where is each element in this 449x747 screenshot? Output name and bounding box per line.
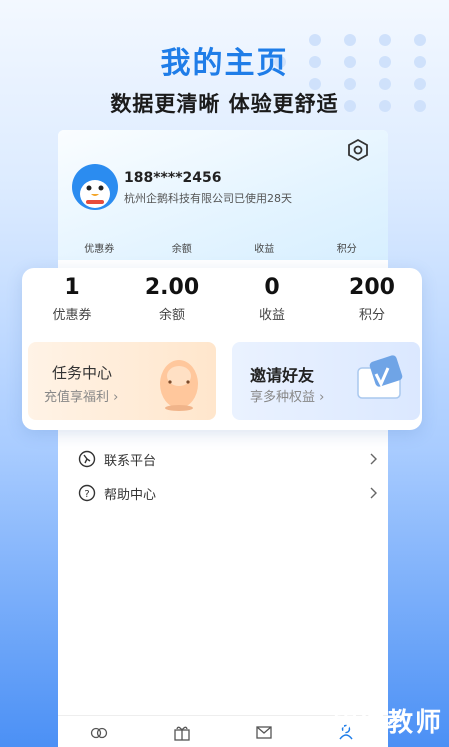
- promo-subline: 数据更清晰 体验更舒适: [110, 92, 339, 116]
- invite-friends-title: 邀请好友: [250, 366, 315, 385]
- stat-points[interactable]: 200 积分: [322, 274, 422, 323]
- mini-stat-label: 积分: [336, 244, 357, 255]
- menu-item-help[interactable]: ? 帮助中心: [78, 479, 378, 507]
- stat-value: 0: [264, 275, 280, 300]
- task-center-subtitle: 充值享福利 ›: [44, 390, 119, 405]
- stat-label: 积分: [358, 308, 385, 323]
- invite-friends-subtitle: 享多种权益 ›: [250, 390, 325, 405]
- stat-coupons[interactable]: 1 优惠券: [22, 274, 122, 323]
- phone-screen: 188****2456 杭州企鹅科技有限公司已使用28天 优惠券 余额 收益 积…: [58, 130, 388, 747]
- stat-value: 200: [349, 275, 395, 300]
- mascot-icon: [160, 360, 198, 411]
- mini-stat-label: 优惠券: [84, 244, 115, 255]
- help-icon: ?: [78, 484, 96, 502]
- promo-headline: 我的主页: [160, 46, 289, 81]
- company-status: 杭州企鹅科技有限公司已使用28天: [124, 192, 292, 205]
- stat-earnings[interactable]: 0 收益: [222, 274, 322, 323]
- chevron-right-icon: [370, 487, 377, 499]
- watermark: 软件教师: [330, 708, 443, 738]
- stat-value: 1: [64, 275, 80, 300]
- stat-label: 余额: [158, 308, 185, 323]
- stat-balance[interactable]: 2.00 余额: [122, 274, 222, 323]
- home-icon[interactable]: [89, 722, 109, 742]
- contact-icon: [78, 450, 96, 468]
- task-center-title: 任务中心: [52, 364, 113, 382]
- stats-row: 1 优惠券 2.00 余额 0 收益 200 积分: [22, 274, 422, 323]
- menu-item-label: 帮助中心: [104, 487, 157, 503]
- avatar[interactable]: [72, 164, 118, 210]
- stats-card: 1 优惠券 2.00 余额 0 收益 200 积分 任务中心 充值享福利 › 邀…: [22, 268, 422, 430]
- chevron-right-icon: [370, 453, 377, 465]
- menu-item-label: 联系平台: [104, 453, 157, 469]
- invite-friends-card[interactable]: 邀请好友 享多种权益 ›: [232, 342, 420, 420]
- invite-badge-icon: [357, 355, 403, 399]
- settings-icon[interactable]: [346, 138, 370, 162]
- stat-label: 收益: [258, 308, 285, 323]
- stat-label: 优惠券: [52, 308, 92, 323]
- mini-stat-label: 余额: [171, 244, 192, 255]
- task-center-card[interactable]: 任务中心 充值享福利 ›: [28, 342, 216, 420]
- penguin-avatar-icon: [80, 180, 110, 208]
- message-icon[interactable]: [254, 722, 274, 742]
- user-phone: 188****2456: [124, 170, 222, 186]
- gift-icon[interactable]: [172, 722, 192, 742]
- stat-value: 2.00: [144, 275, 200, 300]
- svg-text:?: ?: [84, 489, 89, 500]
- mini-stat-label: 收益: [254, 244, 275, 255]
- menu-item-contact[interactable]: 联系平台: [78, 445, 378, 473]
- mini-stats-row: 优惠券 余额 收益 积分: [58, 240, 388, 255]
